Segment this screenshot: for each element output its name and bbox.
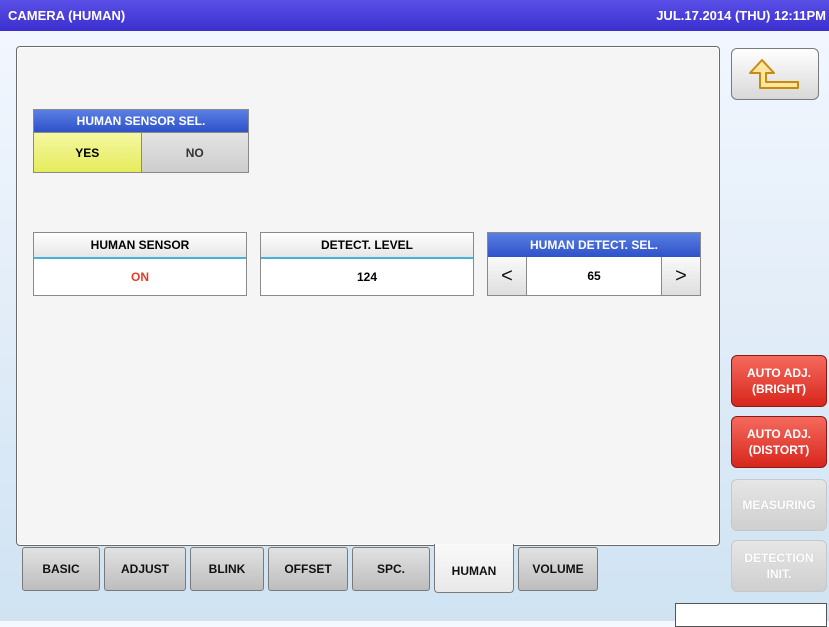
increase-button[interactable]: > [661,257,700,295]
tab-adjust[interactable]: ADJUST [104,547,186,591]
title-bar: CAMERA (HUMAN) JUL.17.2014 (THU) 12:11PM [0,0,829,31]
tab-volume[interactable]: VOLUME [518,547,598,591]
tab-offset[interactable]: OFFSET [268,547,348,591]
auto-adj-bright-button[interactable]: AUTO ADJ. (BRIGHT) [731,355,827,407]
tab-spc[interactable]: SPC. [352,547,430,591]
date-time: JUL.17.2014 (THU) 12:11PM [656,8,826,23]
yes-button[interactable]: YES [34,132,142,172]
human-sensor-label: HUMAN SENSOR [34,233,246,259]
tab-basic[interactable]: BASIC [22,547,100,591]
return-arrow-icon [749,59,799,89]
human-detect-sel-label: HUMAN DETECT. SEL. [488,233,700,257]
status-box [675,603,827,627]
tab-blink[interactable]: BLINK [190,547,264,591]
measuring-button[interactable]: MEASURING [731,479,827,531]
decrease-button[interactable]: < [488,257,527,295]
back-button[interactable] [731,48,819,100]
human-sensor-sel-group: HUMAN SENSOR SEL. YES NO [33,109,249,173]
tab-human[interactable]: HUMAN [434,544,514,593]
screen-title: CAMERA (HUMAN) [8,8,126,23]
no-button[interactable]: NO [141,132,248,172]
auto-adj-distort-button[interactable]: AUTO ADJ. (DISTORT) [731,416,827,468]
human-sensor-box: HUMAN SENSOR ON [33,232,247,296]
detect-level-value: 124 [356,270,378,284]
human-detect-sel-box: HUMAN DETECT. SEL. < 65 > [487,232,701,296]
human-sensor-value: ON [131,270,149,284]
human-sensor-sel-label: HUMAN SENSOR SEL. [34,110,248,132]
detect-level-box: DETECT. LEVEL 124 [260,232,474,296]
human-detect-sel-value: 65 [587,269,601,283]
detection-init-button[interactable]: DETECTION INIT. [731,540,827,592]
detect-level-label: DETECT. LEVEL [261,233,473,259]
